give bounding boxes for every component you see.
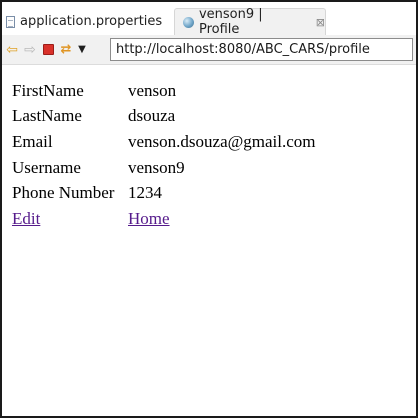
tab-profile[interactable]: venson9 | Profile ⊠ — [174, 7, 326, 37]
document-icon — [6, 15, 15, 28]
table-row: Email venson.dsouza@gmail.com — [12, 129, 320, 155]
home-link[interactable]: Home — [128, 209, 170, 228]
back-arrow-icon[interactable]: ⇦ — [3, 41, 21, 59]
browser-window: application.properties venson9 | Profile… — [0, 0, 418, 418]
table-row: Phone Number 1234 — [12, 180, 320, 206]
username-label: Username — [12, 157, 81, 177]
forward-arrow-icon[interactable]: ⇨ — [21, 41, 39, 59]
edit-cell: Edit — [12, 206, 128, 232]
home-cell: Home — [128, 206, 320, 232]
table-row: FirstName venson — [12, 78, 320, 104]
close-tab-icon[interactable]: ⊠ — [316, 16, 325, 29]
globe-icon — [183, 16, 194, 28]
table-row: Username venson9 — [12, 155, 320, 181]
browser-toolbar: ⇦ ⇨ ⇄ ▼ http://localhost:8080/ABC_CARS/p… — [2, 35, 416, 65]
url-input[interactable]: http://localhost:8080/ABC_CARS/profile — [110, 38, 413, 61]
tab-strip: application.properties venson9 | Profile… — [2, 2, 416, 37]
profile-table: FirstName venson LastName dsouza Email v… — [12, 78, 320, 232]
tab-label: venson9 | Profile — [198, 7, 263, 37]
tab-label: application.properties — [20, 14, 163, 29]
phone-number-label: Phone Number — [12, 183, 115, 203]
lastname-label: LastName — [12, 106, 82, 126]
profile-content: FirstName venson LastName dsouza Email v… — [12, 78, 320, 232]
username-value: venson9 — [128, 157, 185, 177]
firstname-label: FirstName — [12, 80, 84, 100]
dropdown-arrow-icon[interactable]: ▼ — [75, 41, 89, 59]
stop-icon[interactable] — [39, 41, 57, 59]
table-row: LastName dsouza — [12, 104, 320, 130]
firstname-value: venson — [128, 80, 177, 100]
email-label: Email — [12, 131, 53, 151]
tab-application-properties[interactable]: application.properties — [2, 11, 172, 32]
lastname-value: dsouza — [128, 106, 176, 126]
refresh-icon[interactable]: ⇄ — [57, 41, 75, 59]
phone-number-value: 1234 — [128, 183, 162, 203]
table-row: Edit Home — [12, 206, 320, 232]
email-value: venson.dsouza@gmail.com — [128, 131, 316, 151]
edit-link[interactable]: Edit — [12, 209, 40, 228]
